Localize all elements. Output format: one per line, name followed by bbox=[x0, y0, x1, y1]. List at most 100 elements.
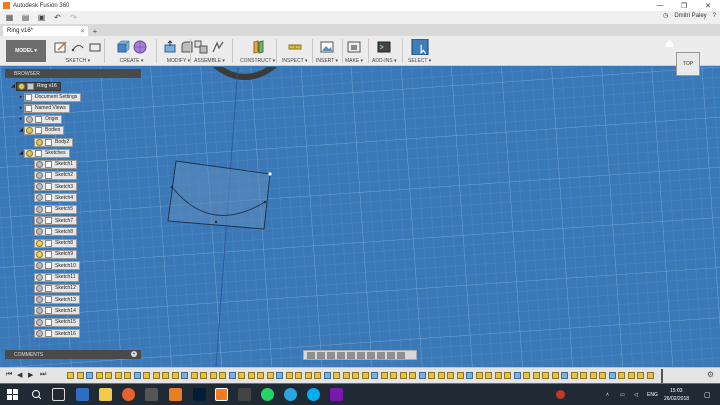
visibility-bulb-icon[interactable] bbox=[26, 149, 33, 157]
tree-root[interactable]: ◢ Ring v16 bbox=[10, 81, 61, 91]
visibility-bulb-icon[interactable] bbox=[36, 138, 43, 146]
timeline-feature-icon[interactable] bbox=[86, 372, 93, 379]
visibility-bulb-icon[interactable] bbox=[36, 318, 43, 326]
photoshop-icon[interactable] bbox=[193, 388, 206, 401]
timeline-feature-icon[interactable] bbox=[447, 372, 454, 379]
orbit-icon[interactable] bbox=[307, 351, 315, 359]
tree-item-sketch[interactable]: Sketch9 bbox=[34, 249, 78, 259]
timeline-feature-icon[interactable] bbox=[114, 372, 122, 379]
tree-item-body2[interactable]: Body2 bbox=[34, 137, 74, 147]
tray-app-icon[interactable] bbox=[556, 390, 565, 399]
timeline-feature-icon[interactable] bbox=[181, 372, 188, 379]
tree-item-sketch[interactable]: Sketch12 bbox=[34, 283, 80, 293]
measure-icon[interactable] bbox=[288, 40, 302, 54]
task-view-icon[interactable] bbox=[52, 388, 65, 401]
press-pull-icon[interactable] bbox=[163, 39, 177, 54]
pan-icon[interactable] bbox=[327, 351, 335, 359]
timeline-feature-icon[interactable] bbox=[399, 372, 407, 379]
timeline-feature-icon[interactable] bbox=[266, 372, 274, 379]
comments-panel-header[interactable]: COMMENTS + bbox=[5, 350, 141, 359]
minimize-button[interactable]: — bbox=[648, 0, 672, 11]
network-icon[interactable]: ▭ bbox=[620, 392, 625, 398]
timeline-feature-icon[interactable] bbox=[494, 372, 502, 379]
timeline-feature-icon[interactable] bbox=[190, 372, 198, 379]
timeline-feature-icon[interactable] bbox=[523, 372, 530, 379]
fusion-taskbar-icon[interactable] bbox=[215, 388, 228, 401]
volume-icon[interactable]: ◁ bbox=[634, 392, 638, 398]
timeline-feature-icon[interactable] bbox=[380, 372, 388, 379]
ribbon-group-sketch[interactable]: SKETCH ▾ bbox=[54, 38, 102, 66]
offset-plane-icon[interactable] bbox=[251, 39, 265, 54]
calculator-icon[interactable] bbox=[238, 388, 251, 401]
sketch-point[interactable] bbox=[170, 185, 174, 189]
browser-panel-header[interactable]: BROWSER bbox=[5, 69, 141, 78]
search-icon[interactable] bbox=[30, 388, 43, 401]
document-tab[interactable]: Ring v16* ✕ bbox=[3, 26, 88, 36]
tree-item-bodies[interactable]: ◢ Bodies bbox=[18, 125, 65, 135]
timeline-feature-icon[interactable] bbox=[285, 372, 293, 379]
ribbon-group-construct[interactable]: CONSTRUCT ▾ bbox=[240, 38, 275, 66]
timeline-feature-icon[interactable] bbox=[361, 372, 369, 379]
undo-icon[interactable]: ↶ bbox=[51, 13, 64, 23]
timeline-feature-icon[interactable] bbox=[570, 372, 578, 379]
timeline-feature-icon[interactable] bbox=[589, 372, 597, 379]
timeline-feature-icon[interactable] bbox=[456, 372, 464, 379]
timeline-feature-icon[interactable] bbox=[219, 372, 226, 379]
sketch-point[interactable] bbox=[268, 172, 272, 176]
tree-item-sketch[interactable]: Sketch15 bbox=[34, 317, 80, 327]
visibility-bulb-icon[interactable] bbox=[36, 307, 43, 315]
visibility-bulb-icon[interactable] bbox=[36, 194, 43, 202]
visibility-bulb-icon[interactable] bbox=[36, 284, 43, 292]
tree-item-sketch[interactable]: Sketch16 bbox=[34, 329, 80, 339]
add-comment-icon[interactable]: + bbox=[131, 351, 137, 357]
visibility-bulb-icon[interactable] bbox=[36, 183, 43, 191]
timeline-feature-icon[interactable] bbox=[542, 372, 549, 379]
fit-icon[interactable] bbox=[387, 351, 395, 359]
timeline-feature-icon[interactable] bbox=[485, 372, 492, 379]
tree-item-document-settings[interactable]: ▸ Document Settings bbox=[18, 92, 82, 102]
extrude-icon[interactable] bbox=[116, 39, 130, 54]
timeline-feature-icon[interactable] bbox=[475, 372, 483, 379]
timeline-feature-icon[interactable] bbox=[418, 372, 426, 379]
timeline-feature-icon[interactable] bbox=[295, 372, 302, 379]
canvas-viewport[interactable] bbox=[0, 67, 720, 367]
close-tab-icon[interactable]: ✕ bbox=[80, 28, 85, 35]
tree-item-origin[interactable]: ▸ Origin bbox=[18, 114, 63, 124]
close-button[interactable]: ✕ bbox=[696, 0, 720, 11]
timeline-feature-icon[interactable] bbox=[228, 372, 236, 379]
timeline-track[interactable] bbox=[67, 371, 663, 381]
ribbon-group-addins[interactable]: ADD-INS ▾ bbox=[372, 38, 396, 66]
visibility-bulb-icon[interactable] bbox=[36, 217, 43, 224]
timeline-feature-icon[interactable] bbox=[124, 372, 131, 379]
timeline-feature-icon[interactable] bbox=[323, 372, 331, 379]
timeline-feature-icon[interactable] bbox=[580, 372, 587, 379]
timeline-feature-icon[interactable] bbox=[276, 372, 283, 379]
save-icon[interactable]: ▣ bbox=[35, 13, 48, 23]
scripts-addins-icon[interactable] bbox=[377, 40, 391, 54]
ribbon-group-create[interactable]: CREATE ▾ bbox=[116, 38, 147, 66]
tree-item-sketch[interactable]: Sketch8 bbox=[34, 227, 78, 237]
look-at-icon[interactable] bbox=[317, 351, 325, 359]
timeline-feature-icon[interactable] bbox=[67, 372, 74, 379]
timeline-feature-icon[interactable] bbox=[76, 372, 84, 379]
data-panel-icon[interactable]: ▦ bbox=[3, 13, 16, 23]
sphere-icon[interactable] bbox=[133, 40, 147, 54]
tree-item-sketch[interactable]: Sketch1 bbox=[34, 159, 78, 169]
timeline-marker[interactable] bbox=[661, 369, 663, 383]
timeline-feature-icon[interactable] bbox=[143, 372, 150, 379]
timeline-feature-icon[interactable] bbox=[200, 372, 207, 379]
timeline-feature-icon[interactable] bbox=[95, 372, 103, 379]
ribbon-group-assemble[interactable]: ASSEMBLE ▾ bbox=[194, 38, 225, 66]
tree-item-sketch[interactable]: Sketch10 bbox=[34, 261, 80, 271]
timeline-feature-icon[interactable] bbox=[627, 372, 635, 379]
clock-time[interactable]: 15:03 bbox=[670, 388, 683, 394]
visibility-bulb-icon[interactable] bbox=[18, 82, 25, 90]
timeline-feature-icon[interactable] bbox=[371, 372, 378, 379]
timeline-feature-icon[interactable] bbox=[209, 372, 217, 379]
visibility-bulb-icon[interactable] bbox=[36, 160, 43, 168]
timeline-end-button[interactable]: ⏭ bbox=[40, 371, 46, 379]
tree-item-sketch[interactable]: Sketch5 bbox=[34, 204, 78, 214]
visibility-bulb-icon[interactable] bbox=[36, 171, 43, 179]
maximize-button[interactable]: ❐ bbox=[672, 0, 696, 11]
file-explorer-icon[interactable] bbox=[99, 388, 112, 401]
